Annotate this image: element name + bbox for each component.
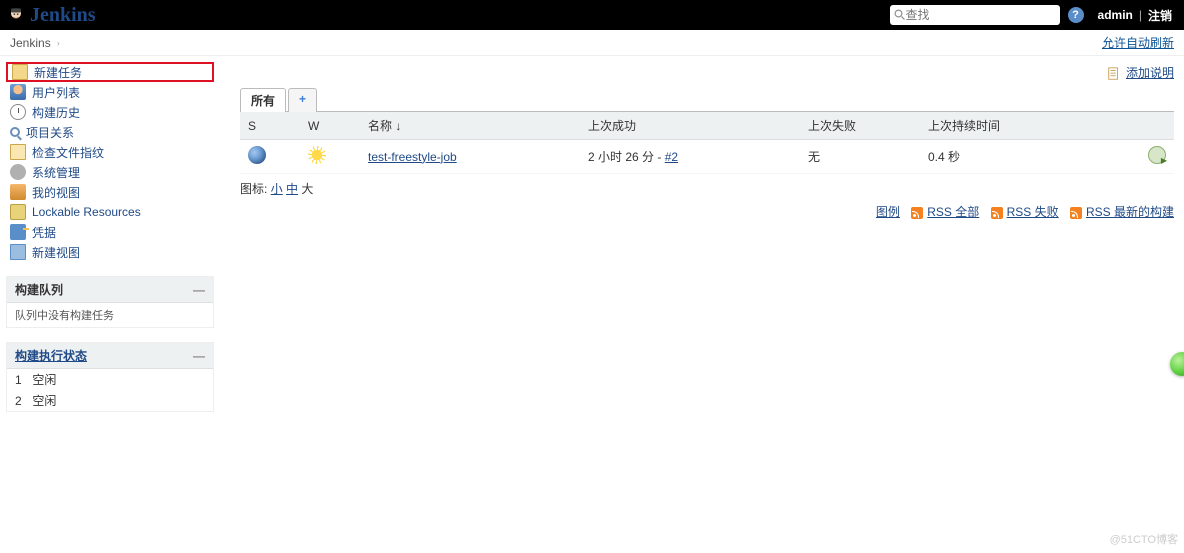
rss-icon [991, 207, 1003, 219]
col-name[interactable]: 名称 ↓ [360, 112, 580, 140]
sidebar-build-history-icon [10, 104, 26, 120]
sidebar-lockable-resources[interactable]: Lockable Resources [6, 202, 214, 222]
rss-footer: 图例 RSS 全部 RSS 失败 RSS 最新的构建 [240, 203, 1174, 220]
sidebar-my-views-label[interactable]: 我的视图 [32, 184, 80, 201]
job-row: test-freestyle-job 2 小时 26 分 - #2 无 0.4 … [240, 140, 1174, 174]
sidebar-new-view-label[interactable]: 新建视图 [32, 244, 80, 261]
icon-size-small[interactable]: 小 [271, 182, 283, 196]
job-name-link[interactable]: test-freestyle-job [368, 150, 457, 164]
job-table: S W 名称 ↓ 上次成功 上次失败 上次持续时间 test-freestyle… [240, 112, 1174, 174]
legend-link[interactable]: 图例 [876, 205, 900, 219]
chevron-right-icon: › [57, 38, 60, 48]
executor-title[interactable]: 构建执行状态 [15, 349, 87, 363]
sidebar-new-item-label[interactable]: 新建任务 [34, 64, 82, 81]
weather-sun-icon[interactable] [308, 146, 326, 164]
tab-new-view[interactable]: + [288, 88, 317, 112]
watermark: @51CTO博客 [1110, 531, 1178, 547]
build-queue-empty: 队列中没有构建任务 [7, 303, 213, 327]
sidebar-my-views-icon [10, 184, 26, 200]
logout-link[interactable]: 注销 [1142, 7, 1178, 24]
col-last-success[interactable]: 上次成功 [580, 112, 800, 140]
sidebar-project-relation[interactable]: 项目关系 [6, 122, 214, 142]
tab-all[interactable]: 所有 [240, 88, 286, 112]
logo-text: Jenkins [30, 4, 96, 27]
sidebar-people-icon [10, 84, 26, 100]
sidebar-people[interactable]: 用户列表 [6, 82, 214, 102]
rss-fail-link[interactable]: RSS 失败 [1007, 205, 1059, 219]
current-user-link[interactable]: admin [1092, 8, 1139, 22]
col-weather[interactable]: W [300, 112, 360, 140]
view-tabs: 所有 + [240, 87, 1174, 112]
breadcrumb-root[interactable]: Jenkins [10, 36, 51, 50]
sidebar-new-item-icon [12, 64, 28, 80]
col-status[interactable]: S [240, 112, 300, 140]
sidebar-new-view-icon [10, 244, 26, 260]
sidebar-lockable-resources-label[interactable]: Lockable Resources [32, 205, 141, 219]
collapse-icon[interactable]: — [193, 349, 205, 363]
schedule-build-icon[interactable] [1148, 146, 1166, 164]
sidebar-build-history[interactable]: 构建历史 [6, 102, 214, 122]
build-link[interactable]: #2 [665, 150, 678, 164]
build-queue-pane: 构建队列 — 队列中没有构建任务 [6, 276, 214, 328]
icon-size-medium[interactable]: 中 [286, 182, 298, 196]
sidebar-manage-label[interactable]: 系统管理 [32, 164, 80, 181]
auto-refresh-link[interactable]: 允许自动刷新 [1102, 34, 1174, 51]
col-last-failure[interactable]: 上次失败 [800, 112, 920, 140]
jenkins-head-icon [6, 5, 26, 25]
search-icon [894, 9, 906, 21]
rss-icon [911, 207, 923, 219]
sidebar-manage-icon [10, 164, 26, 180]
executor-row: 1 空闲 [7, 369, 213, 390]
executor-row: 2 空闲 [7, 390, 213, 411]
icon-size-legend: 图标: 小 中 大 [240, 180, 1174, 197]
rss-icon [1070, 207, 1082, 219]
sidebar-credentials[interactable]: 凭据 [6, 222, 214, 242]
rss-latest-link[interactable]: RSS 最新的构建 [1086, 205, 1174, 219]
sidebar-people-label[interactable]: 用户列表 [32, 84, 80, 101]
collapse-icon[interactable]: — [193, 283, 205, 297]
top-header: Jenkins ? admin | 注销 [0, 0, 1184, 30]
sidebar-new-item[interactable]: 新建任务 [6, 62, 214, 82]
help-icon[interactable]: ? [1068, 7, 1084, 23]
sidebar-manage[interactable]: 系统管理 [6, 162, 214, 182]
breadcrumb-bar: Jenkins › 允许自动刷新 [0, 30, 1184, 56]
sidebar-credentials-label[interactable]: 凭据 [32, 224, 56, 241]
rss-all-link[interactable]: RSS 全部 [927, 205, 979, 219]
side-panel: 新建任务用户列表构建历史项目关系检查文件指纹系统管理我的视图 Lockable R… [0, 56, 220, 418]
status-ball-icon[interactable] [248, 146, 266, 164]
add-description-link[interactable]: 添加说明 [1126, 66, 1174, 80]
sidebar-credentials-icon [10, 224, 26, 240]
executor-pane: 构建执行状态 — 1 空闲2 空闲 [6, 342, 214, 412]
sidebar-check-fingerprint-icon [10, 144, 26, 160]
sidebar-check-fingerprint[interactable]: 检查文件指纹 [6, 142, 214, 162]
page-icon [1107, 67, 1121, 81]
search-input[interactable] [906, 8, 1056, 22]
sidebar-build-history-label[interactable]: 构建历史 [32, 104, 80, 121]
sidebar-project-relation-label[interactable]: 项目关系 [26, 124, 74, 141]
sidebar-my-views[interactable]: 我的视图 [6, 182, 214, 202]
main-panel: 添加说明 所有 + S W 名称 ↓ 上次成功 上次失败 上次持续时间 test… [220, 56, 1184, 418]
sidebar-lockable-resources-icon [10, 204, 26, 220]
sidebar-new-view[interactable]: 新建视图 [6, 242, 214, 262]
col-last-duration[interactable]: 上次持续时间 [920, 112, 1134, 140]
sidebar-project-relation-icon [10, 127, 20, 137]
search-box[interactable] [890, 5, 1060, 25]
jenkins-logo[interactable]: Jenkins [6, 4, 96, 27]
sidebar-check-fingerprint-label[interactable]: 检查文件指纹 [32, 144, 104, 161]
build-queue-title: 构建队列 [15, 281, 193, 298]
